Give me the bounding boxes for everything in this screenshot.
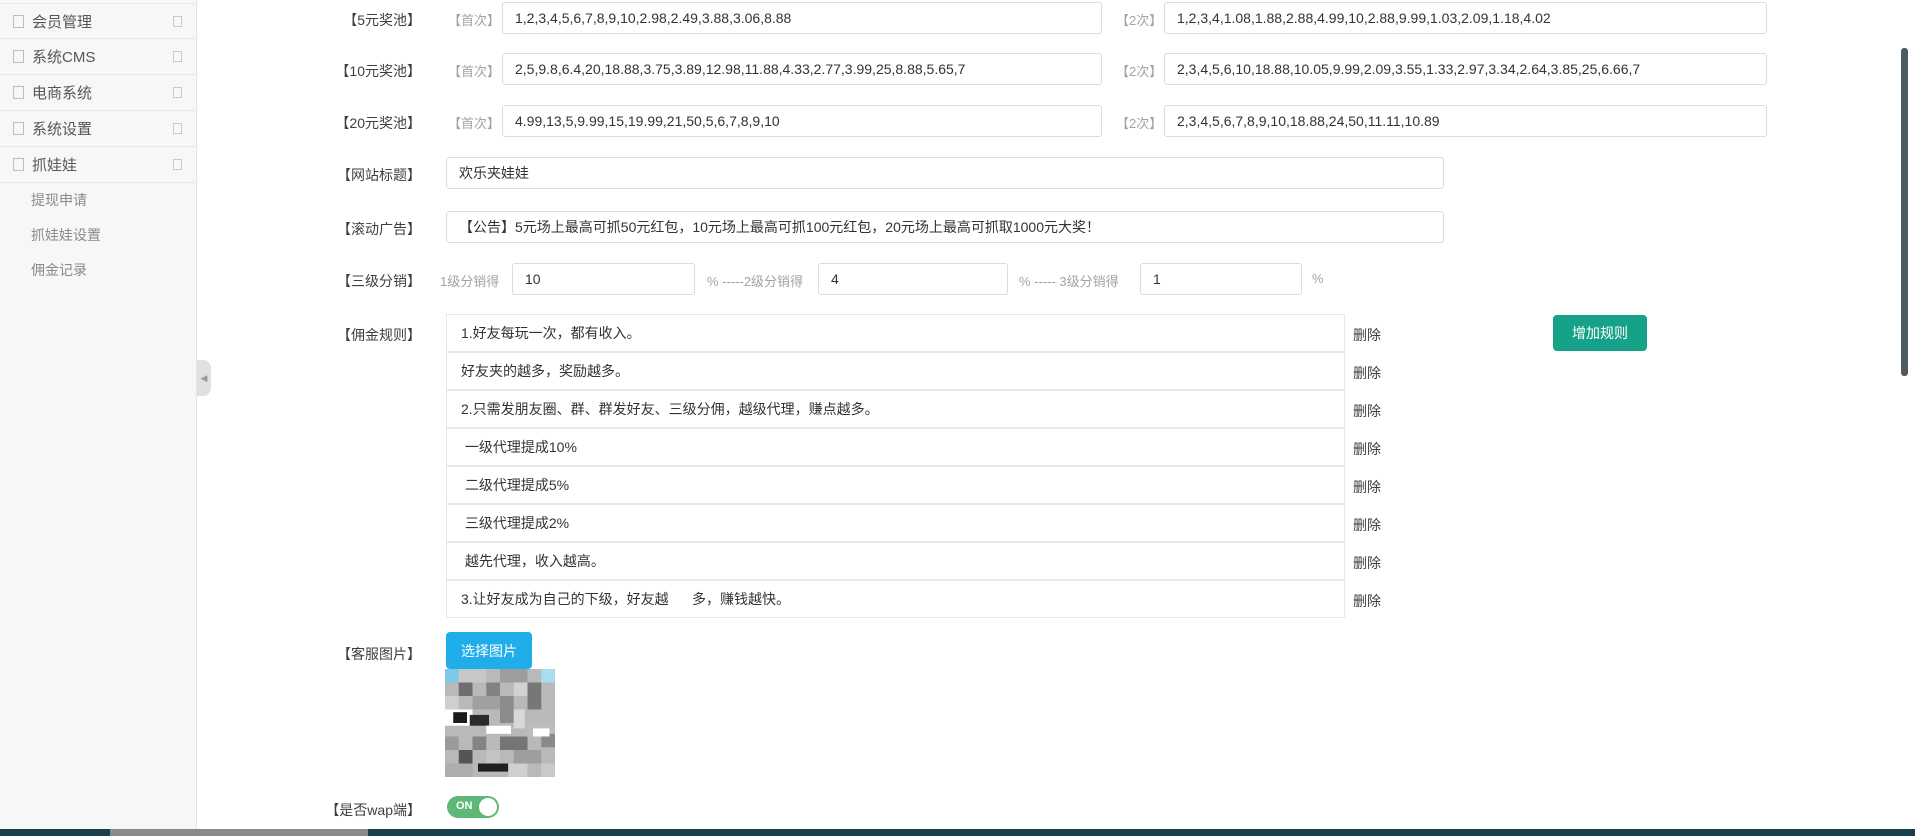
rule-input[interactable]: [446, 504, 1345, 542]
sidebar-item-label: 电商系统: [32, 82, 173, 103]
rule-input[interactable]: [446, 352, 1345, 390]
pool-10-first-input[interactable]: [502, 53, 1102, 85]
service-image-label: 【客服图片】: [280, 644, 421, 664]
rule-row: 删除: [446, 352, 1446, 390]
rule-input[interactable]: [446, 542, 1345, 580]
pool-20-first-input[interactable]: [502, 105, 1102, 137]
delete-rule-button[interactable]: 删除: [1353, 477, 1381, 497]
tier2-input[interactable]: [818, 263, 1008, 295]
delete-rule-button[interactable]: 删除: [1353, 325, 1381, 345]
delete-rule-button[interactable]: 删除: [1353, 553, 1381, 573]
tier1-input[interactable]: [512, 263, 695, 295]
rule-input[interactable]: [446, 428, 1345, 466]
vertical-scrollbar-thumb[interactable]: [1901, 48, 1908, 376]
wap-toggle[interactable]: ON: [447, 796, 499, 818]
marquee-label: 【滚动广告】: [280, 219, 421, 239]
rule-row: 删除: [446, 428, 1446, 466]
second-time-tag: 【2次】: [1116, 10, 1162, 29]
rule-row: 删除: [446, 466, 1446, 504]
rule-input[interactable]: [446, 314, 1345, 352]
rule-input[interactable]: [446, 390, 1345, 428]
sidebar-item-label: 会员管理: [32, 11, 173, 32]
commission-label: 【佣金规则】: [280, 325, 421, 345]
percent-sign: %: [1312, 271, 1324, 286]
tier3-input[interactable]: [1140, 263, 1302, 295]
pool-20-second-input[interactable]: [1164, 105, 1767, 137]
delete-rule-button[interactable]: 删除: [1353, 401, 1381, 421]
sidebar-item-ecommerce[interactable]: 电商系统: [0, 75, 197, 111]
sidebar-item-members[interactable]: 会员管理: [0, 3, 197, 39]
pool-5-first-input[interactable]: [502, 2, 1102, 34]
first-time-tag: 【首次】: [448, 61, 500, 80]
sidebar-item-system-settings[interactable]: 系统设置: [0, 111, 197, 147]
first-time-tag: 【首次】: [448, 113, 500, 132]
toggle-knob: [479, 798, 497, 816]
second-time-tag: 【2次】: [1116, 113, 1162, 132]
menu-icon: [13, 86, 24, 99]
rule-row: 删除: [446, 390, 1446, 428]
rule-row: 删除: [446, 542, 1446, 580]
chevron-down-icon: [173, 159, 182, 170]
rule-row: 删除: [446, 504, 1446, 542]
pool-10-label: 【10元奖池】: [280, 61, 421, 81]
sidebar-item-cms[interactable]: 系统CMS: [0, 39, 197, 75]
horizontal-scrollbar: [0, 829, 1915, 836]
chevron-down-icon: [173, 87, 182, 98]
admin-settings-page: 会员管理 系统CMS 电商系统 系统设置 抓娃娃 提现申请 抓娃娃设置 佣金记录…: [0, 0, 1915, 836]
marquee-input[interactable]: [446, 211, 1444, 243]
chevron-down-icon: [173, 16, 182, 27]
sidebar-collapse-handle[interactable]: ◀: [197, 360, 211, 396]
menu-icon: [13, 158, 24, 171]
menu-icon: [13, 15, 24, 28]
sidebar: 会员管理 系统CMS 电商系统 系统设置 抓娃娃 提现申请 抓娃娃设置 佣金记录: [0, 0, 197, 836]
first-time-tag: 【首次】: [448, 10, 500, 29]
site-title-label: 【网站标题】: [280, 165, 421, 185]
delete-rule-button[interactable]: 删除: [1353, 363, 1381, 383]
pool-5-label: 【5元奖池】: [280, 10, 421, 30]
sidebar-item-label: 系统CMS: [32, 46, 173, 67]
toggle-on-text: ON: [456, 800, 473, 812]
chevron-down-icon: [173, 51, 182, 62]
tier3-separator: % ----- 3级分销得: [1019, 271, 1119, 290]
delete-rule-button[interactable]: 删除: [1353, 591, 1381, 611]
second-time-tag: 【2次】: [1116, 61, 1162, 80]
add-rule-button[interactable]: 增加规则: [1553, 315, 1647, 351]
choose-image-button[interactable]: 选择图片: [446, 632, 532, 669]
rule-row: 删除: [446, 580, 1446, 618]
sidebar-item-label: 系统设置: [32, 118, 173, 139]
pool-20-label: 【20元奖池】: [280, 113, 421, 133]
rule-row: 删除: [446, 314, 1446, 352]
rule-input[interactable]: [446, 466, 1345, 504]
rule-input[interactable]: [446, 580, 1345, 618]
distribution-label: 【三级分销】: [280, 271, 421, 291]
tier2-separator: % -----2级分销得: [707, 271, 803, 290]
pool-10-second-input[interactable]: [1164, 53, 1767, 85]
menu-icon: [13, 122, 24, 135]
sidebar-subitem-claw-settings[interactable]: 抓娃娃设置: [0, 218, 197, 253]
customer-service-image: [445, 669, 555, 777]
sidebar-item-claw-machine[interactable]: 抓娃娃: [0, 147, 197, 183]
sidebar-subitem-commission-log[interactable]: 佣金记录: [0, 253, 197, 288]
wap-label: 【是否wap端】: [280, 800, 421, 820]
delete-rule-button[interactable]: 删除: [1353, 439, 1381, 459]
menu-icon: [13, 50, 24, 63]
sidebar-item-label: 抓娃娃: [32, 154, 173, 175]
delete-rule-button[interactable]: 删除: [1353, 515, 1381, 535]
site-title-input[interactable]: [446, 157, 1444, 189]
chevron-down-icon: [173, 123, 182, 134]
horizontal-scrollbar-thumb[interactable]: [110, 829, 368, 836]
tier1-label: 1级分销得: [440, 271, 499, 290]
pool-5-second-input[interactable]: [1164, 2, 1767, 34]
sidebar-subitem-withdrawal[interactable]: 提现申请: [0, 183, 197, 218]
